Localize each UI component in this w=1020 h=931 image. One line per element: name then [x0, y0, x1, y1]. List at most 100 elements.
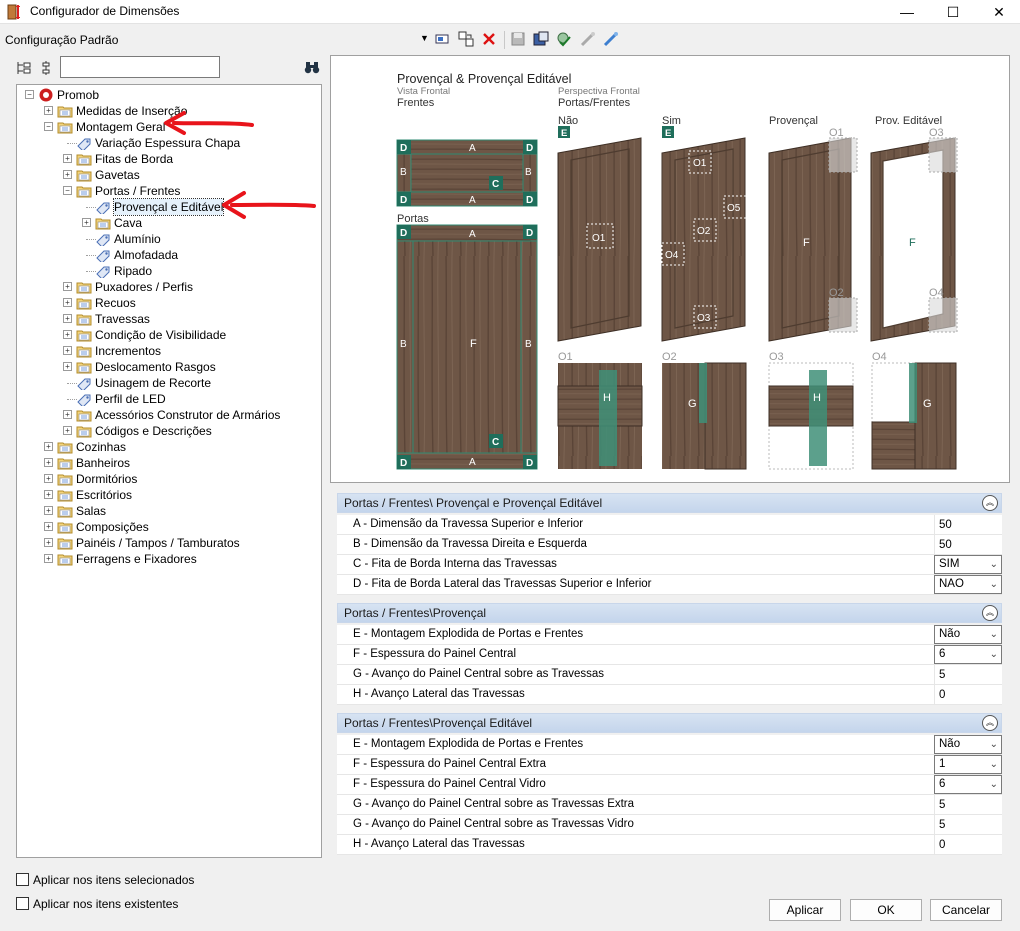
property-input[interactable]: 50 [934, 535, 1002, 555]
section-header: Portas / Frentes\Provençal ︽ [337, 603, 1002, 623]
tree-item-banheiros[interactable]: + Banheiros [17, 455, 317, 471]
ok-button[interactable]: OK [850, 899, 922, 921]
import-icon[interactable] [580, 31, 596, 47]
expand-icon[interactable]: + [63, 426, 72, 435]
property-dropdown[interactable]: 1 ⌄ [934, 755, 1002, 774]
delete-icon[interactable] [481, 31, 497, 47]
property-dropdown[interactable]: 6 ⌄ [934, 775, 1002, 794]
expand-icon[interactable]: + [82, 218, 91, 227]
tree-item-fitas[interactable]: + Fitas de Borda [17, 151, 317, 167]
tree-item-escritorios[interactable]: + Escritórios [17, 487, 317, 503]
tree-item-dormitorios[interactable]: + Dormitórios [17, 471, 317, 487]
chevron-down-icon[interactable]: ⌄ [990, 626, 998, 643]
expand-icon[interactable]: + [63, 170, 72, 179]
chevron-down-icon[interactable]: ⌄ [990, 576, 998, 593]
minimize-button[interactable]: — [884, 0, 930, 24]
tree-item-perfil[interactable]: Perfil de LED [17, 391, 317, 407]
chevron-down-icon[interactable]: ⌄ [990, 776, 998, 793]
label-o1: O1 [829, 127, 844, 139]
chevron-down-icon[interactable]: ⌄ [990, 556, 998, 573]
tree-item-paineis[interactable]: + Painéis / Tampos / Tamburatos [17, 535, 317, 551]
property-dropdown[interactable]: Não ⌄ [934, 735, 1002, 754]
collapse-section-icon[interactable]: ︽ [982, 605, 998, 621]
tree-item-acessorios[interactable]: + Acessórios Construtor de Armários [17, 407, 317, 423]
property-dropdown[interactable]: Não ⌄ [934, 625, 1002, 644]
chevron-down-icon[interactable]: ⌄ [990, 646, 998, 663]
config-dropdown-arrow[interactable]: ▼ [420, 33, 429, 43]
tree-item-codigos[interactable]: + Códigos e Descrições [17, 423, 317, 439]
expand-icon[interactable]: + [44, 522, 53, 531]
tree-item-composicoes[interactable]: + Composições [17, 519, 317, 535]
tree-item-usinagem[interactable]: Usinagem de Recorte [17, 375, 317, 391]
copy-config-icon[interactable] [458, 31, 474, 47]
settings-check-icon[interactable] [556, 31, 572, 47]
apply-selected-checkbox[interactable]: Aplicar nos itens selecionados [16, 873, 194, 889]
tree-item-puxadores[interactable]: + Puxadores / Perfis [17, 279, 317, 295]
property-dropdown[interactable]: NAO ⌄ [934, 575, 1002, 594]
expand-icon[interactable]: + [44, 458, 53, 467]
expand-icon[interactable]: + [63, 410, 72, 419]
tree-item-recuos[interactable]: + Recuos [17, 295, 317, 311]
tree-item-deslocamento[interactable]: + Deslocamento Rasgos [17, 359, 317, 375]
expand-icon[interactable]: + [44, 490, 53, 499]
expand-icon[interactable]: + [63, 282, 72, 291]
checkbox-box[interactable] [16, 897, 29, 910]
tree-item-incrementos[interactable]: + Incrementos [17, 343, 317, 359]
binoculars-icon[interactable] [304, 59, 320, 75]
collapse-icon[interactable]: − [63, 186, 72, 195]
tree-item-almofadada[interactable]: Almofadada [17, 247, 317, 263]
property-input[interactable]: 0 [934, 835, 1002, 855]
close-button[interactable]: ✕ [976, 0, 1020, 24]
expand-icon[interactable]: + [63, 314, 72, 323]
search-input[interactable] [60, 56, 220, 78]
expand-icon[interactable]: + [63, 154, 72, 163]
tree-item-travessas[interactable]: + Travessas [17, 311, 317, 327]
property-input[interactable]: 0 [934, 685, 1002, 705]
apply-button[interactable]: Aplicar [769, 899, 841, 921]
property-dropdown[interactable]: 6 ⌄ [934, 645, 1002, 664]
expand-icon[interactable]: + [44, 474, 53, 483]
chevron-down-icon[interactable]: ⌄ [990, 736, 998, 753]
tree-item-salas[interactable]: + Salas [17, 503, 317, 519]
property-input[interactable]: 5 [934, 795, 1002, 815]
chevron-down-icon[interactable]: ⌄ [990, 756, 998, 773]
door-perspective-sim: O1 O5 O2 O4 O3 [661, 137, 747, 342]
expand-icon[interactable]: + [44, 442, 53, 451]
maximize-button[interactable]: ☐ [930, 0, 976, 24]
checkbox-box[interactable] [16, 873, 29, 886]
tree-expand-icon[interactable] [16, 60, 32, 76]
expand-icon[interactable]: + [63, 298, 72, 307]
tree-item-gavetas[interactable]: + Gavetas [17, 167, 317, 183]
edit-config-icon[interactable] [434, 31, 450, 47]
expand-icon[interactable]: + [44, 106, 53, 115]
collapse-icon[interactable]: − [44, 122, 53, 131]
expand-icon[interactable]: + [44, 506, 53, 515]
collapse-icon[interactable]: − [25, 90, 34, 99]
tree-item-ferragens[interactable]: + Ferragens e Fixadores [17, 551, 317, 567]
tree-collapse-icon[interactable] [38, 60, 54, 76]
expand-icon[interactable]: + [44, 554, 53, 563]
save-icon[interactable] [510, 31, 526, 47]
property-value: 0 [939, 839, 946, 851]
collapse-section-icon[interactable]: ︽ [982, 715, 998, 731]
apply-existing-checkbox[interactable]: Aplicar nos itens existentes [16, 897, 178, 913]
property-input[interactable]: 5 [934, 665, 1002, 685]
property-dropdown[interactable]: SIM ⌄ [934, 555, 1002, 574]
expand-icon[interactable]: + [63, 346, 72, 355]
config-selector[interactable]: Configuração Padrão [5, 33, 118, 47]
property-input[interactable]: 5 [934, 815, 1002, 835]
tree-item-promob[interactable]: − Promob [17, 87, 317, 103]
collapse-section-icon[interactable]: ︽ [982, 495, 998, 511]
property-input[interactable]: 50 [934, 515, 1002, 535]
expand-icon[interactable]: + [44, 538, 53, 547]
expand-icon[interactable]: + [63, 330, 72, 339]
tree-item-condicao[interactable]: + Condição de Visibilidade [17, 327, 317, 343]
tree-item-cozinhas[interactable]: + Cozinhas [17, 439, 317, 455]
tree-item-ripado[interactable]: Ripado [17, 263, 317, 279]
tree-item-aluminio[interactable]: Alumínio [17, 231, 317, 247]
export-icon[interactable] [603, 31, 619, 47]
cancel-button[interactable]: Cancelar [930, 899, 1002, 921]
expand-icon[interactable]: + [63, 362, 72, 371]
save-as-icon[interactable] [533, 31, 549, 47]
label-portas: Portas [397, 213, 429, 225]
